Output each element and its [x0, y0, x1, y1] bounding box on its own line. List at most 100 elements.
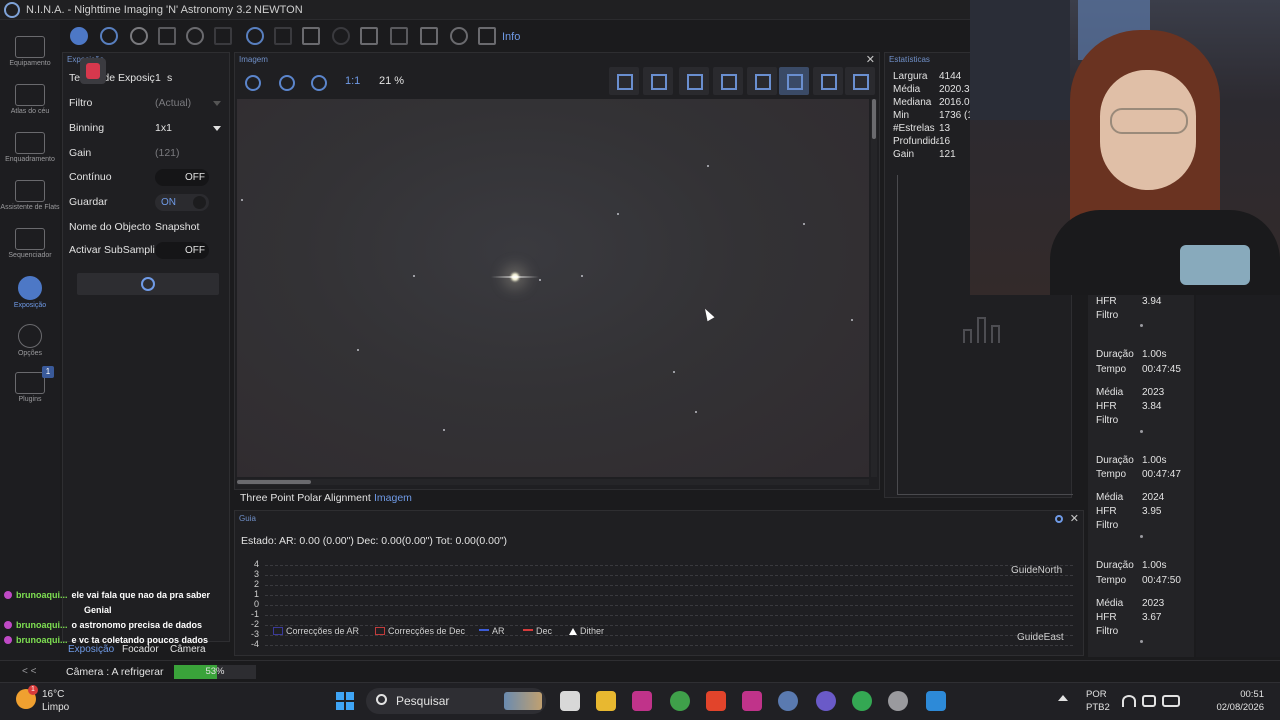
focuser-icon[interactable] [130, 27, 148, 45]
app-icon[interactable] [888, 691, 908, 711]
sequence-list-icon[interactable] [274, 27, 292, 45]
chat-badge-icon [4, 621, 12, 629]
exposure-time-unit: s [167, 72, 173, 84]
panel-title: Imagem [239, 55, 268, 64]
zoom-one-to-one-button[interactable]: 1:1 [345, 75, 360, 87]
captured-image[interactable] [237, 99, 869, 477]
grid-icon[interactable] [679, 67, 709, 95]
rotate-icon[interactable] [186, 27, 204, 45]
battery-icon[interactable] [1162, 695, 1180, 707]
gain-input[interactable]: (121) [155, 147, 180, 159]
lightbulb-icon[interactable] [450, 27, 468, 45]
chrome-icon[interactable] [670, 691, 690, 711]
filter-select[interactable]: (Actual) [155, 97, 191, 109]
language-indicator[interactable]: POR [1086, 689, 1107, 700]
frame-thumbnail[interactable] [1140, 324, 1143, 327]
legend-item[interactable]: Dither [569, 626, 604, 636]
telescope-mount-icon[interactable] [214, 27, 232, 45]
star-icon[interactable] [813, 67, 843, 95]
sidebar-item-options[interactable]: Opções [0, 318, 60, 364]
save-label: Guardar [69, 196, 108, 208]
show-hidden-icons-icon[interactable] [1058, 695, 1068, 701]
tab-polar-alignment[interactable]: Three Point Polar Alignment [240, 492, 371, 504]
frame-thumbnail[interactable] [1140, 535, 1143, 538]
frame-thumbnail[interactable] [1140, 640, 1143, 643]
sliders-icon[interactable] [302, 27, 320, 45]
target-name-input[interactable]: Snapshot [155, 221, 199, 233]
fit-to-screen-icon[interactable] [305, 69, 331, 95]
vertical-scrollbar[interactable] [871, 99, 877, 477]
sidebar-item-sequencer[interactable]: Sequenciador [0, 222, 60, 268]
clock-date[interactable]: 02/08/2026 [1196, 702, 1264, 713]
scroll-thumb[interactable] [237, 480, 311, 484]
binning-select[interactable]: 1x1 [155, 122, 172, 134]
photos-icon[interactable] [926, 691, 946, 711]
info-link[interactable]: Info [502, 31, 520, 43]
taskbar-search[interactable]: Pesquisar [366, 688, 546, 714]
filter-wheel-icon[interactable] [100, 27, 118, 45]
save-toggle[interactable]: ON [155, 194, 209, 211]
zoom-out-icon[interactable] [273, 69, 299, 95]
pink-app-icon-2[interactable] [742, 691, 762, 711]
camera-icon[interactable] [70, 27, 88, 45]
clock-time[interactable]: 00:51 [1220, 689, 1264, 700]
keyboard-layout[interactable]: PTB2 [1086, 702, 1110, 713]
rotator-icon[interactable] [158, 27, 176, 45]
frame-thumbnail[interactable] [1140, 430, 1143, 433]
stellarium-icon[interactable] [816, 691, 836, 711]
start-exposure-button[interactable] [77, 273, 219, 295]
brave-icon[interactable] [706, 691, 726, 711]
sidebar-item-imaging[interactable]: Exposição [0, 270, 60, 316]
scroll-thumb[interactable] [872, 99, 876, 139]
gear-icon[interactable] [1055, 515, 1063, 523]
sidebar-item-sky-atlas[interactable]: Atlas do céu [0, 78, 60, 124]
tab-exposure[interactable]: Exposição [68, 644, 114, 655]
plate-solve-icon[interactable] [845, 67, 875, 95]
horizontal-scrollbar[interactable] [237, 479, 869, 485]
zoom-in-icon[interactable] [239, 69, 265, 95]
guider-icon[interactable] [246, 27, 264, 45]
weather-description[interactable]: Limpo [42, 702, 69, 713]
flip-icon[interactable] [643, 67, 673, 95]
exposure-time-input[interactable]: 1 [155, 72, 161, 84]
phd2-icon[interactable] [852, 691, 872, 711]
legend-item[interactable]: AR [479, 626, 505, 636]
sidebar-item-plugins[interactable]: Plugins 1 [0, 366, 60, 412]
volume-muted-icon[interactable] [1142, 695, 1156, 707]
sidebar-item-label: Sequenciador [8, 252, 52, 259]
sidebar-item-flat-wizard[interactable]: Assistente de Flats [0, 174, 60, 220]
tab-focuser[interactable]: Focador [122, 644, 159, 655]
sidebar-item-equipment[interactable]: Equipamento [0, 30, 60, 76]
safety-shield-icon[interactable] [478, 27, 496, 45]
close-icon[interactable]: ✕ [1070, 512, 1079, 525]
refresh-icon[interactable] [609, 67, 639, 95]
subsample-toggle[interactable]: OFF [155, 242, 209, 259]
histogram-icon[interactable] [390, 27, 408, 45]
weather-icon[interactable] [332, 27, 350, 45]
task-view-icon[interactable] [560, 691, 580, 711]
legend-item[interactable]: Correcções de Dec [375, 626, 465, 636]
panel-title: Estatísticas [889, 55, 930, 64]
continuous-toggle[interactable]: OFF [155, 169, 209, 186]
legend-item[interactable]: Correcções de AR [273, 626, 359, 636]
close-icon[interactable]: ✕ [866, 53, 875, 66]
field-key: Filtro [1096, 520, 1119, 531]
weather-temperature[interactable]: 16°C [42, 689, 64, 700]
panel-title: Guia [239, 514, 256, 523]
star-detect-icon[interactable] [713, 67, 743, 95]
hfr-graph-icon[interactable] [420, 27, 438, 45]
wifi-icon[interactable] [1122, 695, 1136, 707]
field-key: Duração [1096, 349, 1134, 360]
tab-image[interactable]: Imagem [374, 492, 412, 504]
dome-icon[interactable] [360, 27, 378, 45]
windows-start-button[interactable] [336, 692, 354, 710]
crosshair-icon[interactable] [747, 67, 777, 95]
legend-item[interactable]: Dec [523, 626, 552, 636]
sidebar-item-framing[interactable]: Enquadramento [0, 126, 60, 172]
file-explorer-icon[interactable] [596, 691, 616, 711]
collapse-sidebar-button[interactable]: < < [22, 666, 36, 677]
nina-taskbar-icon[interactable] [778, 691, 798, 711]
stretch-icon[interactable] [779, 67, 809, 95]
tab-camera[interactable]: Câmera [170, 644, 206, 655]
pink-app-icon[interactable] [632, 691, 652, 711]
